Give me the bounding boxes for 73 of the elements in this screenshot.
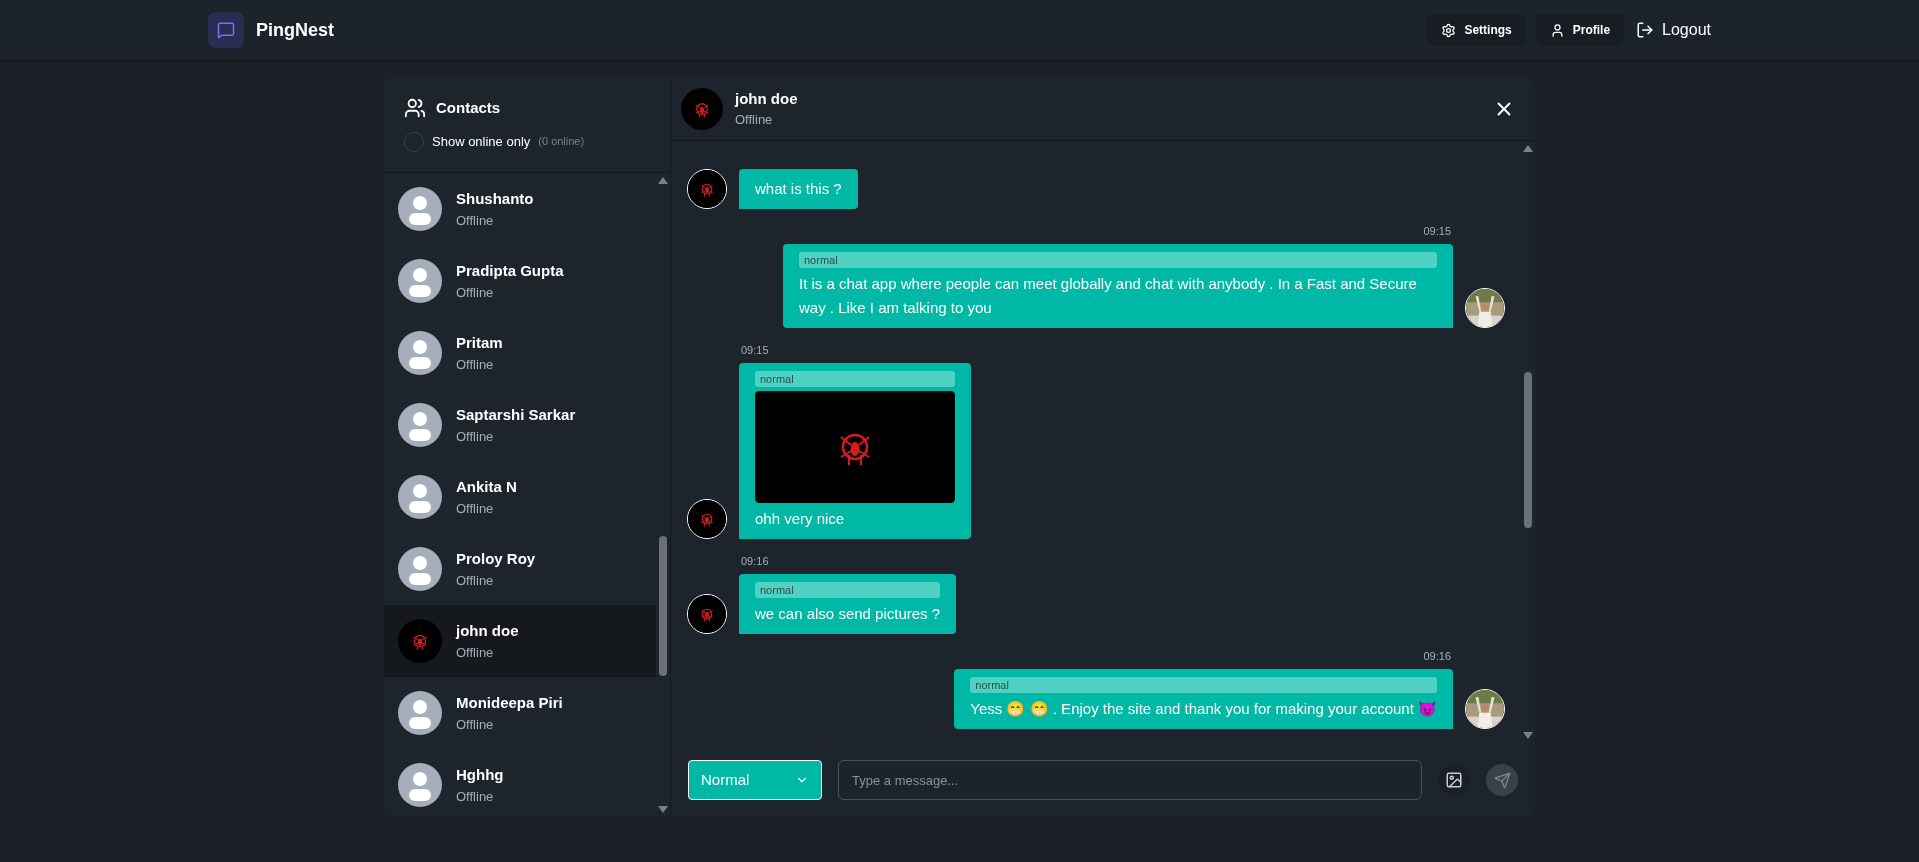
contact-name: Hghhg <box>456 765 504 785</box>
message-time: 09:16 <box>1423 649 1451 664</box>
profile-button[interactable]: Profile <box>1535 14 1625 46</box>
contact-item[interactable]: Hghhg Offline <box>384 749 656 817</box>
contact-item[interactable]: Saptarshi Sarkar Offline <box>384 389 656 461</box>
message-tag: normal <box>799 251 1437 268</box>
contact-name: Pradipta Gupta <box>456 261 564 281</box>
contact-status: Offline <box>456 571 495 590</box>
contact-item[interactable]: Shushanto Offline <box>384 173 656 245</box>
scroll-up-icon[interactable] <box>658 177 668 184</box>
message-time: 09:16 <box>741 554 769 569</box>
scroll-up-icon[interactable] <box>1523 145 1533 152</box>
contact-status: Offline <box>456 211 495 230</box>
avatar-icon <box>398 331 442 375</box>
contact-name: Proloy Roy <box>456 549 536 569</box>
contact-name: john doe <box>456 621 519 641</box>
contact-status: Offline <box>456 355 495 374</box>
avatar-icon <box>398 403 442 447</box>
message-time: 09:15 <box>1423 224 1451 239</box>
contact-item[interactable]: Pritam Offline <box>384 317 656 389</box>
message-text: we can also send pictures ? <box>755 604 941 624</box>
filter-label: Show online only <box>432 132 531 151</box>
image-icon <box>1445 771 1463 789</box>
message-tag: normal <box>755 370 955 387</box>
message-text: ohh very nice <box>755 509 846 529</box>
message-text: It is a chat app where people can meet globally and chat with anybody . In a Fast and Secure way . Like I am talking to you <box>799 274 1418 318</box>
message-time: 09:15 <box>741 343 769 358</box>
chat-contact-status: Offline <box>735 111 774 129</box>
logo-icon <box>208 12 244 48</box>
scroll-down-icon[interactable] <box>1523 732 1533 739</box>
contact-item[interactable]: Monideepa Piri Offline <box>384 677 656 749</box>
settings-icon <box>1441 22 1457 38</box>
contact-status: Offline <box>456 787 495 806</box>
contact-status: Offline <box>456 499 495 518</box>
contact-name: Ankita N <box>456 477 517 497</box>
contact-item[interactable]: Proloy Roy Offline <box>384 533 656 605</box>
avatar-icon <box>398 691 442 735</box>
contact-status: Offline <box>456 715 495 734</box>
logout-icon <box>1636 21 1655 39</box>
image-button[interactable] <box>1438 764 1470 796</box>
avatar-icon <box>398 475 442 519</box>
contact-status: Offline <box>456 643 495 662</box>
logout-button[interactable]: Logout <box>1634 18 1713 42</box>
message-text: what is this ? <box>755 179 842 199</box>
message-text: Yess 😁 😁 . Enjoy the site and thank you for making your account 😈 <box>970 699 1437 719</box>
message-tag: normal <box>755 581 941 598</box>
contact-name: Monideepa Piri <box>456 693 563 713</box>
contact-name: Pritam <box>456 333 503 353</box>
scrollbar-thumb[interactable] <box>1524 372 1532 528</box>
avatar-icon <box>398 259 442 303</box>
app-name: PingNest <box>256 18 334 42</box>
contact-item[interactable]: Pradipta Gupta Offline <box>384 245 656 317</box>
online-count: (0 online) <box>538 134 585 150</box>
message-input[interactable]: Type a message... <box>838 760 1422 800</box>
contact-item[interactable]: Ankita N Offline <box>384 461 656 533</box>
panel-title: Contacts <box>436 98 501 118</box>
contact-status: Offline <box>456 427 495 446</box>
avatar-icon <box>398 763 442 807</box>
contact-name: Shushanto <box>456 189 534 209</box>
profile-icon <box>1549 22 1565 38</box>
contact-status: Offline <box>456 283 495 302</box>
scrollbar-thumb[interactable] <box>659 536 667 676</box>
send-icon <box>1493 771 1511 789</box>
contacts-icon <box>404 97 426 120</box>
scroll-down-icon[interactable] <box>658 806 668 813</box>
chat-contact-name: john doe <box>735 88 798 109</box>
contact-name: Saptarshi Sarkar <box>456 405 576 425</box>
contact-item[interactable]: john doe Offline <box>384 605 656 677</box>
send-button[interactable] <box>1486 764 1518 796</box>
avatar-icon <box>398 187 442 231</box>
message-tag: normal <box>970 676 1437 693</box>
avatar-icon <box>398 547 442 591</box>
settings-button[interactable]: Settings <box>1427 14 1526 46</box>
